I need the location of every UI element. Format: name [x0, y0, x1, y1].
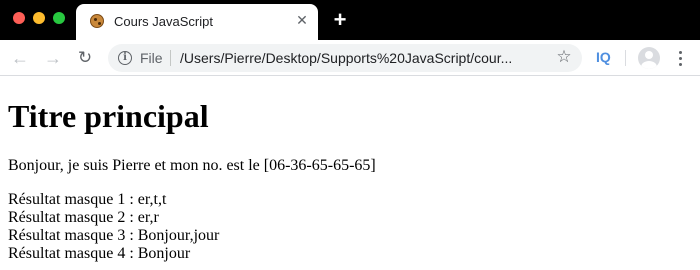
results-list: Résultat masque 1 : er,t,t Résultat masq…: [8, 191, 692, 263]
profile-avatar[interactable]: [638, 47, 660, 69]
new-tab-button[interactable]: +: [330, 9, 350, 31]
close-window-button[interactable]: [13, 12, 25, 24]
reload-button[interactable]: ↻: [74, 47, 96, 69]
tab-title: Cours JavaScript: [114, 14, 213, 29]
url-text[interactable]: /Users/Pierre/Desktop/Supports%20JavaScr…: [180, 50, 540, 66]
tab-cours-javascript[interactable]: Cours JavaScript ✕: [76, 4, 318, 40]
result-line-2: Résultat masque 2 : er,r: [8, 209, 159, 226]
page-content: Titre principal Bonjour, je suis Pierre …: [0, 77, 700, 270]
info-icon[interactable]: i: [118, 51, 132, 65]
tab-strip: Cours JavaScript ✕ +: [0, 0, 700, 40]
close-tab-icon[interactable]: ✕: [294, 12, 310, 28]
result-line-3: Résultat masque 3 : Bonjour,jour: [8, 227, 220, 244]
address-bar-divider: [170, 50, 171, 66]
zoom-window-button[interactable]: [53, 12, 65, 24]
result-line-1: Résultat masque 1 : er,t,t: [8, 191, 167, 208]
iq-extension-icon[interactable]: IQ: [596, 49, 611, 65]
intro-paragraph: Bonjour, je suis Pierre et mon no. est l…: [8, 157, 376, 174]
minimize-window-button[interactable]: [33, 12, 45, 24]
cookie-icon: [90, 14, 104, 28]
result-line-4: Résultat masque 4 : Bonjour: [8, 245, 191, 262]
browser-toolbar: ← → ↻ i File /Users/Pierre/Desktop/Suppo…: [0, 40, 700, 76]
address-bar[interactable]: i File /Users/Pierre/Desktop/Supports%20…: [108, 44, 582, 72]
forward-button[interactable]: →: [42, 47, 64, 69]
bookmark-star-icon[interactable]: ☆: [554, 47, 574, 67]
scheme-label: File: [140, 50, 163, 66]
more-menu-icon[interactable]: [674, 49, 688, 67]
toolbar-divider: [625, 50, 626, 66]
page-title: Titre principal: [8, 98, 209, 134]
back-button[interactable]: ←: [9, 47, 31, 69]
